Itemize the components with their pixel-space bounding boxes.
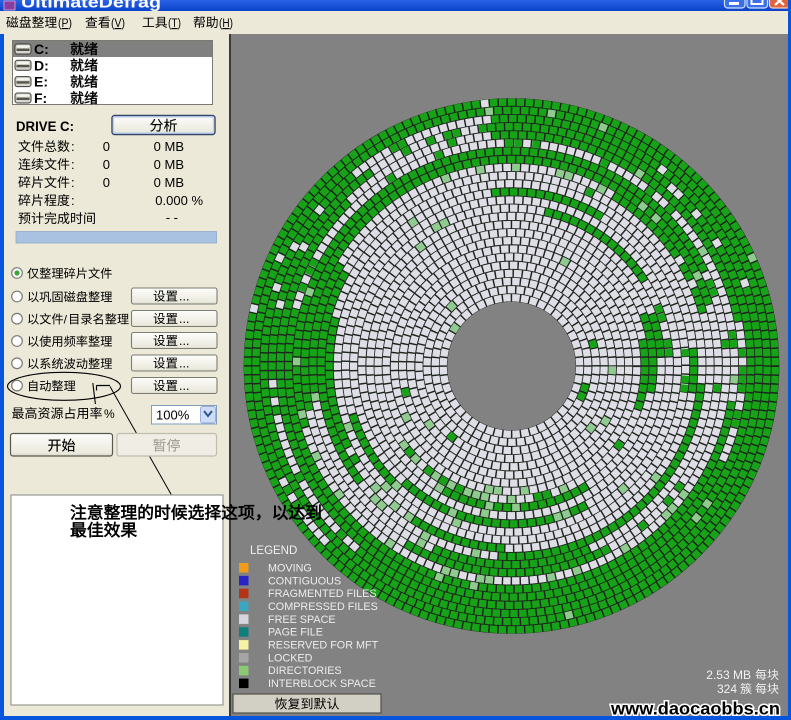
svg-text:COMPRESSED FILES: COMPRESSED FILES [268,601,378,613]
svg-text:LOCKED: LOCKED [268,652,313,664]
svg-text:(H): (H) [219,18,233,30]
svg-text:DIRECTORIES: DIRECTORIES [268,665,342,677]
svg-text:0.000 %: 0.000 % [155,193,203,208]
svg-text:0: 0 [103,175,110,190]
svg-text:100%: 100% [156,408,190,423]
svg-text:0 MB: 0 MB [154,175,184,190]
svg-text:C:: C: [34,41,49,57]
svg-text:INTERBLOCK SPACE: INTERBLOCK SPACE [268,678,376,690]
svg-text::: : [71,193,75,208]
svg-text:MOVING: MOVING [268,562,312,574]
svg-text:2.53 MB: 2.53 MB [706,668,751,682]
svg-text::: : [71,139,75,154]
svg-text:(V): (V) [111,18,125,30]
svg-text:...: ... [179,379,189,393]
svg-text:324: 324 [717,682,737,696]
svg-text:0: 0 [103,139,110,154]
svg-text:F:: F: [34,90,47,106]
svg-text:UltimateDefrag: UltimateDefrag [21,0,161,12]
svg-text:D:: D: [34,57,49,73]
svg-text:CONTIGUOUS: CONTIGUOUS [268,575,341,587]
svg-text:E:: E: [34,74,48,90]
svg-text:(T): (T) [168,18,181,30]
svg-text:...: ... [179,334,189,348]
svg-text:...: ... [179,312,189,326]
svg-text:- -: - - [166,210,178,225]
svg-text:RESERVED FOR MFT: RESERVED FOR MFT [268,640,379,652]
svg-text:FREE SPACE: FREE SPACE [268,614,336,626]
svg-text:0: 0 [103,157,110,172]
svg-text:...: ... [179,357,189,371]
svg-text:FRAGMENTED FILES: FRAGMENTED FILES [268,588,377,600]
svg-text:DRIVE C:: DRIVE C: [16,119,74,134]
svg-text:LEGEND: LEGEND [250,545,297,557]
svg-text:PAGE FILE: PAGE FILE [268,627,323,639]
svg-text:0 MB: 0 MB [154,157,184,172]
svg-text:...: ... [179,290,189,304]
svg-text:%: % [104,407,115,421]
svg-text::: : [71,175,75,190]
svg-text:(P): (P) [58,18,72,30]
svg-text:www.daocaobbs.cn: www.daocaobbs.cn [610,699,780,719]
svg-text:0 MB: 0 MB [154,139,184,154]
svg-text::: : [71,157,75,172]
